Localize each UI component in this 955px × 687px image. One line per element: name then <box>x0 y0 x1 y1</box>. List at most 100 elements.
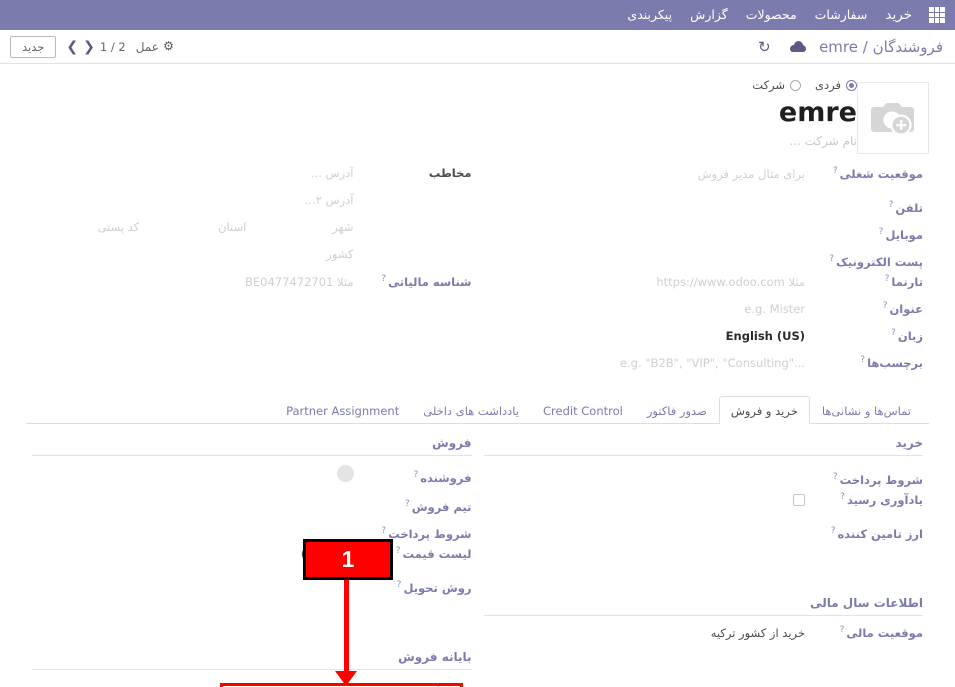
gear-icon: ⚙ <box>163 39 174 53</box>
help-icon[interactable]: ? <box>885 274 890 284</box>
camera-add-icon <box>871 103 914 136</box>
breadcrumb-parent[interactable]: فروشندگان <box>873 38 943 56</box>
group-sales: فروش فروشنده? تیم فروش? شروط پرداخت? لیس… <box>26 436 478 687</box>
tab-invoicing[interactable]: صدور فاکتور <box>635 396 719 424</box>
action-menu[interactable]: ⚙ عمل <box>136 40 174 54</box>
nav-item-reporting[interactable]: گزارش <box>681 0 737 30</box>
nav-item-configuration[interactable]: پیکربندی <box>618 0 681 30</box>
field-row-supplier-currency: ارز تامین کننده? <box>484 519 923 544</box>
field-row-vat: شناسه مالیاتی? مثلا BE0477472701 <box>32 274 472 299</box>
field-row-sales-payment-terms: شروط پرداخت? <box>32 519 471 544</box>
help-icon[interactable]: ? <box>396 546 401 556</box>
help-icon[interactable]: ? <box>405 499 410 509</box>
input-state[interactable]: استان <box>139 220 246 239</box>
help-icon[interactable]: ? <box>889 200 894 210</box>
label-tags: برچسب‌ها? <box>860 355 923 370</box>
input-zip[interactable]: کد پستی <box>32 220 139 239</box>
help-icon[interactable]: ? <box>397 580 402 590</box>
checkbox-receipt-reminder[interactable] <box>793 494 805 507</box>
undo-icon[interactable]: ↺ <box>758 38 771 56</box>
input-title[interactable]: e.g. Mister <box>484 302 805 321</box>
input-job-position[interactable]: برای مثال مدیر فروش <box>484 167 805 186</box>
group-title-fiscal-information: اطلاعات سال مالی <box>483 596 923 616</box>
input-barcode[interactable] <box>32 679 354 687</box>
tab-credit-control[interactable]: Credit Control <box>531 396 635 424</box>
input-street[interactable]: آدرس ... <box>32 166 354 185</box>
input-country[interactable]: کشور <box>32 247 353 266</box>
help-icon[interactable]: ? <box>833 472 838 482</box>
field-row-mobile: موبایل? <box>484 220 923 245</box>
input-tax-id[interactable]: مثلا BE0477472701 <box>32 275 353 294</box>
field-row-country: کشور <box>32 247 472 272</box>
tab-internal-notes[interactable]: یادداشت های داخلی <box>411 396 531 424</box>
radio-dot-individual[interactable] <box>846 79 857 91</box>
help-icon[interactable]: ? <box>413 470 418 480</box>
record-name-input[interactable]: emre <box>42 98 857 128</box>
help-icon[interactable]: ? <box>831 526 836 536</box>
nav-item-orders[interactable]: سفارشات <box>806 0 877 30</box>
help-icon[interactable]: ? <box>860 355 865 365</box>
new-button[interactable]: جدید <box>10 35 57 58</box>
cloud-save-icon[interactable] <box>790 41 807 52</box>
pager-next-icon[interactable]: ❯ <box>83 40 95 54</box>
annotation-arrow-line <box>344 580 349 673</box>
radio-label-individual: فردی <box>815 78 841 92</box>
input-fiscal-position[interactable]: خرید از کشور ترکیه <box>484 626 805 645</box>
pager-value[interactable]: 1 / 2 <box>100 40 126 54</box>
input-city[interactable]: شهر <box>246 220 353 239</box>
input-mobile[interactable] <box>484 220 806 239</box>
input-tags[interactable]: e.g. "B2B", "VIP", "Consulting"... <box>484 356 805 375</box>
label-contact: مخاطب <box>428 166 472 180</box>
tab-contacts-addresses[interactable]: تماس‌ها و نشانی‌ها <box>810 396 923 424</box>
field-row-purchase-payment-terms: شروط پرداخت? <box>484 465 923 490</box>
help-icon[interactable]: ? <box>879 227 884 237</box>
help-icon[interactable]: ? <box>883 301 888 311</box>
field-row-delivery-method: روش تحویل? <box>32 573 472 598</box>
help-icon[interactable]: ? <box>833 166 838 176</box>
avatar-upload-box[interactable] <box>857 82 929 154</box>
input-supplier-currency[interactable] <box>484 519 806 538</box>
help-icon[interactable]: ? <box>891 328 896 338</box>
field-row-title: عنوان? e.g. Mister <box>484 301 923 326</box>
label-salesperson: فروشنده? <box>413 470 472 485</box>
help-icon[interactable]: ? <box>840 492 845 502</box>
label-title: عنوان? <box>882 301 923 316</box>
help-icon[interactable]: ? <box>381 526 386 536</box>
notebook-tabs: تماس‌ها و نشانی‌ها خرید و فروش صدور فاکت… <box>26 396 929 424</box>
nav-item-purchase[interactable]: خرید <box>876 0 921 30</box>
input-website[interactable]: مثلا https://www.odoo.com <box>484 275 805 294</box>
record-header-right: فردی شرکت emre نام شرکت ... <box>26 78 857 148</box>
label-email: پست الکترونیک? <box>829 254 923 269</box>
group-title-purchase: خرید <box>483 436 923 456</box>
input-phone[interactable] <box>484 193 806 212</box>
radio-option-individual[interactable]: فردی <box>815 78 857 92</box>
avatar <box>336 465 354 482</box>
field-row-language: زبان? English (US) <box>484 328 923 353</box>
input-language[interactable]: English (US) <box>484 329 805 348</box>
help-icon[interactable]: ? <box>829 254 834 264</box>
pager-previous-icon[interactable]: ❮ <box>66 40 78 54</box>
field-row-city-state-zip: شهر استان کد پستی <box>32 220 472 245</box>
company-name-input[interactable]: نام شرکت ... <box>42 134 857 148</box>
breadcrumb-current: emre <box>819 37 858 56</box>
input-street2[interactable]: آدرس ۲... <box>32 193 354 212</box>
label-tax-id: شناسه مالیاتی? <box>381 274 472 289</box>
input-sales-payment-terms[interactable] <box>32 519 354 538</box>
input-purchase-payment-terms[interactable] <box>484 465 806 484</box>
radio-option-company[interactable]: شرکت <box>752 78 802 92</box>
help-icon[interactable]: ? <box>381 274 386 284</box>
tab-partner-assignment[interactable]: Partner Assignment <box>274 396 411 424</box>
label-mobile: موبایل? <box>878 227 923 242</box>
help-icon[interactable]: ? <box>840 625 845 635</box>
input-sales-team[interactable] <box>32 492 354 511</box>
grid-apps-icon[interactable] <box>929 7 945 23</box>
radio-dot-company[interactable] <box>790 79 802 91</box>
label-language: زبان? <box>891 328 923 343</box>
label-job-position: موقعیت شغلی? <box>832 166 923 181</box>
pager: ❮ ❯ 1 / 2 <box>66 40 125 54</box>
tab-sales-purchase[interactable]: خرید و فروش <box>718 396 810 424</box>
input-email[interactable] <box>484 247 806 266</box>
label-fiscal-position: موقعیت مالی? <box>839 625 923 640</box>
input-salesperson[interactable] <box>32 465 354 485</box>
nav-item-products[interactable]: محصولات <box>737 0 806 30</box>
